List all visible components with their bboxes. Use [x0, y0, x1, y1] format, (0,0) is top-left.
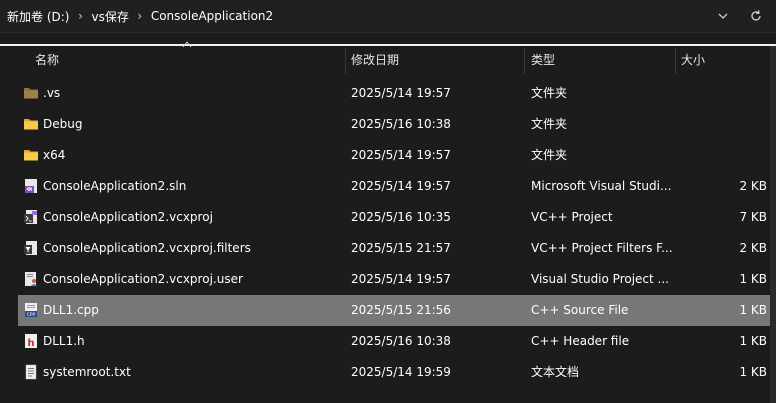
file-type: VC++ Project — [531, 210, 613, 224]
svg-text:CPP: CPP — [27, 312, 36, 318]
file-row[interactable]: x64 2025/5/14 19:57 文件夹 — [18, 140, 770, 171]
vcxproj-file-icon — [23, 209, 39, 225]
history-dropdown-button[interactable] — [712, 5, 734, 27]
breadcrumb: 新加卷 (D:) › vs保存 › ConsoleApplication2 — [7, 0, 273, 32]
column-size[interactable]: 大小 — [681, 46, 705, 75]
file-name: systemroot.txt — [43, 365, 131, 379]
file-row[interactable]: h DLL1.h 2025/5/16 10:38 C++ Header file… — [18, 326, 770, 357]
column-divider[interactable] — [675, 48, 676, 74]
file-name: ConsoleApplication2.vcxproj.user — [43, 272, 243, 286]
h-file-icon: h — [23, 333, 39, 349]
breadcrumb-folder-current[interactable]: ConsoleApplication2 — [151, 9, 273, 23]
file-row[interactable]: ConsoleApplication2.vcxproj.filters 2025… — [18, 233, 770, 264]
file-modified: 2025/5/16 10:38 — [351, 117, 451, 131]
column-divider[interactable] — [524, 48, 525, 74]
file-type: Microsoft Visual Studi... — [531, 179, 672, 193]
folder-icon — [23, 147, 39, 163]
file-size — [678, 109, 767, 140]
file-type: C++ Source File — [531, 303, 629, 317]
file-name: DLL1.cpp — [43, 303, 99, 317]
chevron-right-icon[interactable]: › — [69, 9, 91, 23]
breadcrumb-drive[interactable]: 新加卷 (D:) — [7, 8, 69, 25]
column-divider[interactable] — [345, 48, 346, 74]
file-list: .vs 2025/5/14 19:57 文件夹 Debug 2025/5/16 … — [18, 78, 770, 388]
file-modified: 2025/5/16 10:38 — [351, 334, 451, 348]
file-modified: 2025/5/14 19:57 — [351, 272, 451, 286]
file-row-selected[interactable]: CPP DLL1.cpp 2025/5/15 21:56 C++ Source … — [18, 295, 770, 326]
file-size — [678, 140, 767, 171]
file-type: 文件夹 — [531, 117, 568, 131]
file-type: 文件夹 — [531, 86, 568, 100]
column-type[interactable]: 类型 — [531, 46, 555, 75]
file-size: 7 KB — [739, 210, 767, 224]
sln-file-icon — [23, 178, 39, 194]
column-modified[interactable]: 修改日期 — [351, 46, 399, 75]
file-size: 1 KB — [739, 272, 767, 286]
file-type: 文本文档 — [531, 365, 580, 379]
file-size: 2 KB — [739, 179, 767, 193]
cpp-file-icon: CPP — [23, 302, 39, 318]
file-row[interactable]: ConsoleApplication2.sln 2025/5/14 19:57 … — [18, 171, 770, 202]
svg-text:h: h — [27, 338, 34, 349]
refresh-button[interactable] — [745, 5, 767, 27]
file-modified: 2025/5/14 19:57 — [351, 86, 451, 100]
column-header: 名称 修改日期 类型 大小 — [0, 41, 776, 75]
file-name: DLL1.h — [43, 334, 85, 348]
folder-dim-icon — [23, 85, 39, 101]
vertical-scrollbar[interactable] — [770, 46, 776, 403]
file-name: .vs — [43, 86, 61, 100]
file-row[interactable]: Debug 2025/5/16 10:38 文件夹 — [18, 109, 770, 140]
breadcrumb-folder-vs[interactable]: vs保存 — [91, 8, 128, 25]
refresh-icon — [751, 10, 761, 21]
column-name[interactable]: 名称 — [35, 46, 59, 75]
file-size: 1 KB — [739, 303, 767, 317]
address-bar: 新加卷 (D:) › vs保存 › ConsoleApplication2 — [0, 0, 776, 33]
file-size: 1 KB — [739, 334, 767, 348]
file-row[interactable]: systemroot.txt 2025/5/14 19:59 文本文档 1 KB — [18, 357, 770, 388]
file-modified: 2025/5/14 19:57 — [351, 179, 451, 193]
file-modified: 2025/5/14 19:59 — [351, 365, 451, 379]
txt-file-icon — [23, 364, 39, 380]
chevron-down-icon — [718, 13, 728, 19]
file-size — [678, 78, 767, 109]
file-row[interactable]: .vs 2025/5/14 19:57 文件夹 — [18, 78, 770, 109]
chevron-right-icon[interactable]: › — [129, 9, 151, 23]
file-type: VC++ Project Filters F... — [531, 241, 673, 255]
filters-file-icon — [23, 240, 39, 256]
file-name: ConsoleApplication2.sln — [43, 179, 187, 193]
file-size: 2 KB — [739, 241, 767, 255]
file-row[interactable]: ConsoleApplication2.vcxproj 2025/5/16 10… — [18, 202, 770, 233]
file-type: Visual Studio Project ... — [531, 272, 669, 286]
file-row[interactable]: ConsoleApplication2.vcxproj.user 2025/5/… — [18, 264, 770, 295]
file-size: 1 KB — [739, 365, 767, 379]
file-name: x64 — [43, 148, 66, 162]
file-name: ConsoleApplication2.vcxproj — [43, 210, 213, 224]
file-type: 文件夹 — [531, 148, 568, 162]
file-name: Debug — [43, 117, 83, 131]
user-file-icon — [23, 271, 39, 287]
folder-icon — [23, 116, 39, 132]
file-modified: 2025/5/16 10:35 — [351, 210, 451, 224]
file-name: ConsoleApplication2.vcxproj.filters — [43, 241, 251, 255]
file-modified: 2025/5/14 19:57 — [351, 148, 451, 162]
sort-up-icon — [182, 41, 192, 48]
file-type: C++ Header file — [531, 334, 630, 348]
file-modified: 2025/5/15 21:56 — [351, 303, 451, 317]
file-modified: 2025/5/15 21:57 — [351, 241, 451, 255]
